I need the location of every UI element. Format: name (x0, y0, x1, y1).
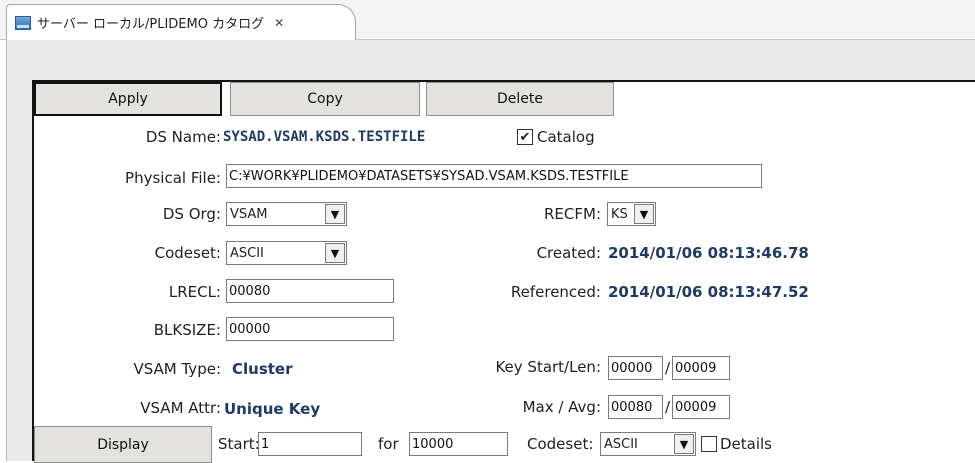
chevron-down-icon[interactable]: ▼ (325, 204, 345, 224)
recfm-value: KS (611, 206, 628, 222)
avg-input[interactable]: 00009 (672, 395, 730, 419)
vsam-type-label: VSAM Type: (133, 360, 221, 378)
recfm-label: RECFM: (544, 205, 601, 223)
copy-button[interactable]: Copy (230, 82, 420, 116)
display-button[interactable]: Display (34, 426, 212, 463)
chevron-down-icon[interactable]: ▼ (634, 204, 654, 224)
blksize-input[interactable]: 00000 (226, 317, 394, 341)
ds-org-select[interactable]: VSAM ▼ (226, 202, 347, 226)
max-input[interactable]: 00080 (608, 395, 663, 419)
ds-name-value: SYSAD.VSAM.KSDS.TESTFILE (223, 129, 426, 145)
vsam-attr-label: VSAM Attr: (140, 399, 221, 417)
key-start-len-label: Key Start/Len: (495, 358, 601, 376)
referenced-value: 2014/01/06 08:13:47.52 (608, 283, 809, 301)
catalog-label: Catalog (537, 128, 595, 146)
vsam-type-value: Cluster (232, 360, 293, 378)
ds-name-label: DS Name: (145, 128, 221, 146)
chevron-down-icon[interactable]: ▼ (325, 243, 345, 263)
codeset-select[interactable]: ASCII ▼ (226, 241, 347, 265)
delete-button[interactable]: Delete (426, 82, 614, 116)
for-input[interactable]: 10000 (409, 432, 508, 456)
blksize-label: BLKSIZE: (153, 321, 221, 339)
ds-org-value: VSAM (230, 206, 268, 222)
for-label: for (378, 435, 399, 453)
physical-file-label: Physical File: (125, 169, 221, 187)
close-icon[interactable]: ✕ (274, 16, 284, 30)
codeset-value: ASCII (230, 245, 264, 261)
display-codeset-label: Codeset: (527, 435, 594, 453)
created-value: 2014/01/06 08:13:46.78 (608, 244, 809, 262)
key-len-input[interactable]: 00009 (672, 356, 730, 380)
display-codeset-select[interactable]: ASCII ▼ (600, 432, 696, 456)
details-checkbox[interactable] (701, 436, 717, 452)
referenced-label: Referenced: (510, 283, 601, 301)
lrecl-input[interactable]: 00080 (226, 279, 394, 303)
display-codeset-value: ASCII (604, 436, 638, 452)
catalog-panel: Apply Copy Delete DS Name: SYSAD.VSAM.KS… (32, 80, 975, 463)
ds-org-label: DS Org: (162, 205, 221, 223)
lrecl-label: LRECL: (168, 283, 221, 301)
max-avg-label: Max / Avg: (522, 398, 601, 416)
start-label: Start: (218, 435, 260, 453)
details-label: Details (720, 435, 773, 453)
key-separator: / (665, 359, 671, 377)
codeset-label: Codeset: (154, 244, 221, 262)
max-avg-separator: / (665, 398, 671, 416)
physical-file-input[interactable]: C:¥WORK¥PLIDEMO¥DATASETS¥SYSAD.VSAM.KSDS… (226, 164, 762, 188)
start-input[interactable]: 1 (258, 432, 362, 456)
chevron-down-icon[interactable]: ▼ (674, 434, 694, 454)
apply-button[interactable]: Apply (34, 82, 222, 116)
catalog-checkbox[interactable]: ✔ (517, 129, 533, 145)
tab-catalog[interactable]: サーバー ローカル/PLIDEMO カタログ ✕ (6, 4, 356, 40)
tab-title: サーバー ローカル/PLIDEMO カタログ (37, 17, 265, 32)
catalog-icon (15, 15, 31, 30)
key-start-input[interactable]: 00000 (608, 356, 663, 380)
created-label: Created: (536, 244, 601, 262)
vsam-attr-value: Unique Key (224, 400, 321, 418)
recfm-select[interactable]: KS ▼ (607, 202, 656, 226)
